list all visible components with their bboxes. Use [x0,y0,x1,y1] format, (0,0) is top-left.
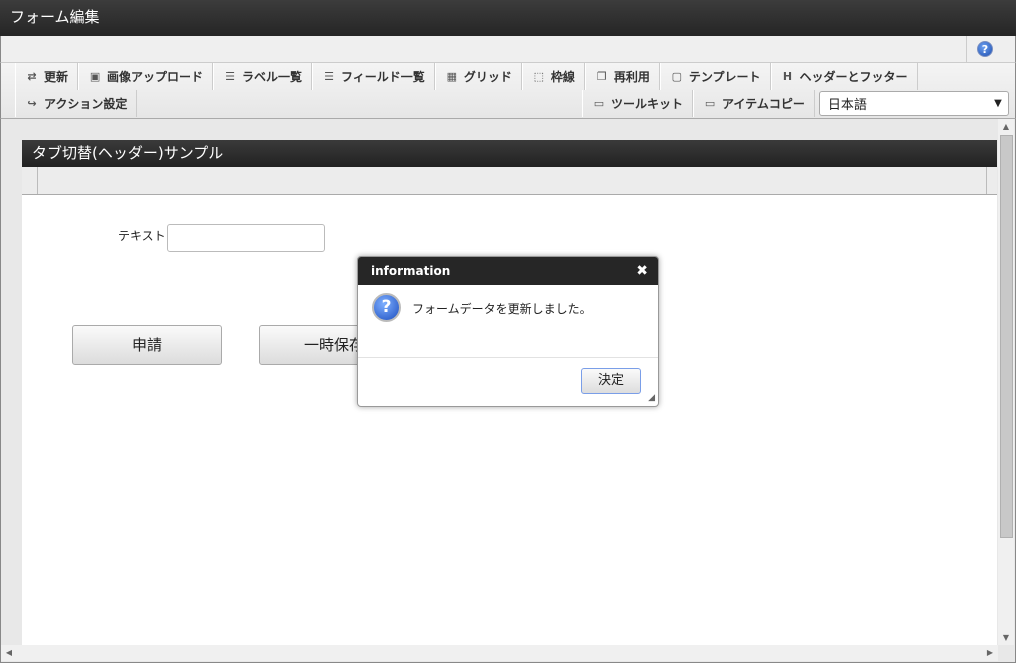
scroll-thumb[interactable] [1000,135,1013,538]
reuse-icon: ❐ [596,69,607,83]
scroll-down-icon[interactable]: ▼ [998,633,1014,642]
toolbar-button-label: 画像アップロード [107,70,204,84]
toolbar-button-label: テンプレート [688,70,761,84]
toolbar: ⇄ 更新 ▣ 画像アップロード ☰ ラベル一覧 ☰ フィールド一覧 ▦ グリッド ⬚ 枠線 ❐ 再利用 ▢ テ… [0,63,1016,119]
toolbar-button-label: 更新 [44,70,69,84]
toolbar-button-label: ラベル一覧 [242,70,303,84]
apply-button[interactable]: 申請 [72,325,222,365]
form-title: タブ切替(ヘッダー)サンプル [22,140,997,167]
header-footer-icon: H [782,69,793,83]
horizontal-scrollbar[interactable]: ◀ ▶ [1,645,998,661]
toolbar-button-image-upload[interactable]: ▣ 画像アップロード [78,63,214,90]
dialog-message: フォームデータを更新しました。 [412,302,592,316]
toolbar-button-reuse[interactable]: ❐ 再利用 [584,63,660,90]
item-copy-icon: ▭ [704,96,716,110]
toolbar-button-action-settings[interactable]: ↪ アクション設定 [15,90,138,117]
toolbar-button-header-footer[interactable]: H ヘッダーとフッター [770,63,918,90]
scroll-up-icon[interactable]: ▲ [998,122,1014,131]
information-dialog: information ✖ ? フォームデータを更新しました。 決定 ◢ [357,256,659,407]
grid-icon: ▦ [446,69,458,83]
toolbar-button-label: ヘッダーとフッター [799,70,908,84]
tab-strip [22,167,997,195]
question-icon: ? [372,293,401,322]
toolbar-button-label: アクション設定 [44,97,128,111]
update-icon: ⇄ [27,69,37,83]
label-list-icon: ☰ [225,69,235,83]
template-icon: ▢ [671,69,683,83]
toolbar-button-item-copy[interactable]: ▭ アイテムコピー [693,90,815,117]
text-input[interactable] [167,224,325,252]
toolbar-button-template[interactable]: ▢ テンプレート [659,63,771,90]
help-icon[interactable]: ? [977,41,993,57]
toolbar-button-field-list[interactable]: ☰ フィールド一覧 [312,63,435,90]
help-bar: ? [0,36,1016,63]
dialog-title: information [371,264,451,278]
toolkit-icon: ▭ [593,96,605,110]
toolbar-button-update[interactable]: ⇄ 更新 [15,63,79,90]
language-value: 日本語 [827,98,867,113]
field-list-icon: ☰ [324,69,334,83]
toolbar-button-label: グリッド [463,70,512,84]
scroll-right-icon[interactable]: ▶ [982,648,998,657]
resize-grip-icon[interactable]: ◢ [648,393,655,403]
close-icon[interactable]: ✖ [636,257,648,285]
toolbar-button-border[interactable]: ⬚ 枠線 [521,63,585,90]
vertical-scrollbar[interactable]: ▲ ▼ [998,119,1014,645]
divider [358,357,658,358]
toolbar-button-label: 枠線 [550,70,575,84]
divider [966,36,967,63]
toolbar-button-grid[interactable]: ▦ グリッド [434,63,522,90]
toolbar-button-label: 再利用 [613,70,650,84]
image-upload-icon: ▣ [89,69,101,83]
chevron-down-icon: ▼ [994,98,1002,109]
scroll-left-icon[interactable]: ◀ [1,648,17,657]
action-settings-icon: ↪ [27,96,37,110]
toolbar-button-label: ツールキット [611,97,684,111]
ok-button[interactable]: 決定 [581,368,641,394]
toolbar-button-toolkit[interactable]: ▭ ツールキット [582,90,694,117]
toolbar-button-label-list[interactable]: ☰ ラベル一覧 [213,63,313,90]
toolbar-button-label: アイテムコピー [722,97,805,111]
toolbar-button-label: フィールド一覧 [341,70,425,84]
border-icon: ⬚ [533,69,545,83]
language-select[interactable]: 日本語 ▼ [818,91,1009,116]
text-label: テキスト [118,229,166,243]
window-title: フォーム編集 [0,0,1016,36]
